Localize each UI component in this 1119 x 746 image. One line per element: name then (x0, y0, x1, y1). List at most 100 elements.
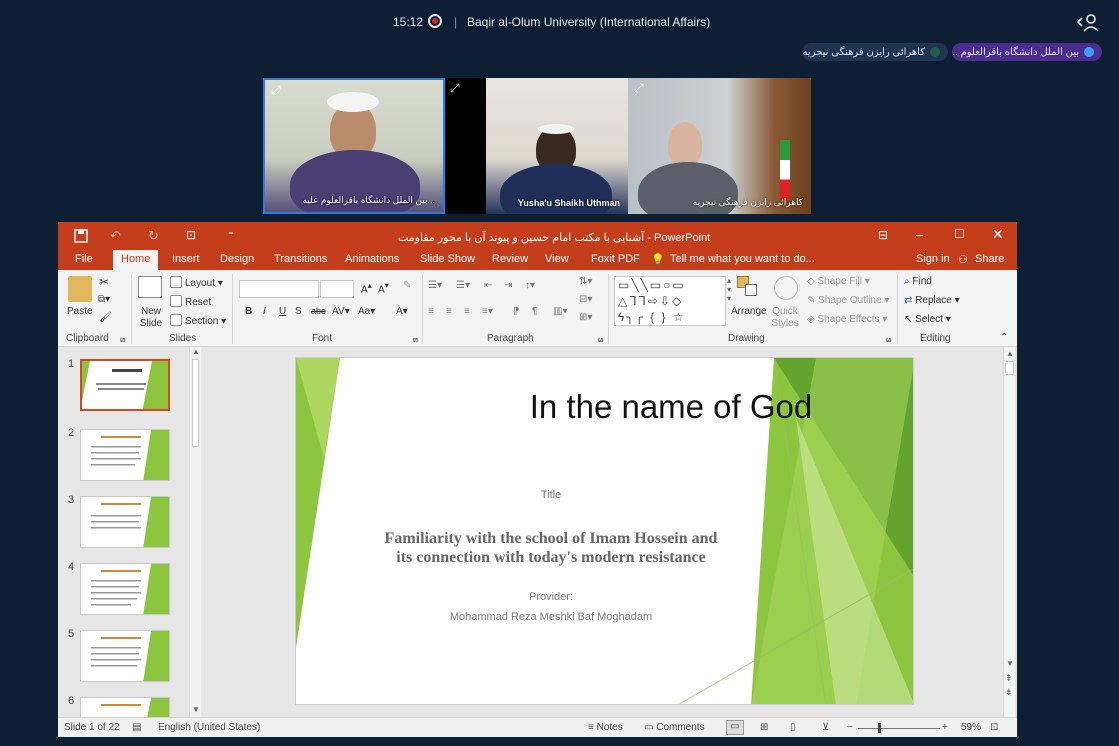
reset-button[interactable]: Reset (170, 295, 211, 308)
slide-provider-name[interactable]: Mohammad Reza Meshki Baf Moghadam (376, 611, 726, 623)
speaker-pill[interactable]: کاهرائی رایزن فرهنگی نیجریه (802, 43, 948, 61)
fit-slide-icon[interactable]: ⊡ (990, 722, 998, 733)
format-painter-icon[interactable]: 🖌 (99, 312, 112, 323)
tab-animations[interactable]: Animations (345, 253, 399, 265)
cut-icon[interactable]: ✂ (99, 275, 109, 289)
dialog-launcher-icon[interactable]: ⧄ (886, 335, 891, 345)
clear-formatting-icon[interactable]: ✎ (403, 280, 411, 291)
zoom-slider-thumb[interactable] (878, 723, 881, 733)
tab-transitions[interactable]: Transitions (274, 253, 327, 265)
quick-styles-icon[interactable] (774, 276, 798, 300)
maximize-button[interactable]: ☐ (954, 227, 965, 241)
slide-scrollbar[interactable]: ▲ ▼ ⇞ ⇟ (1003, 347, 1015, 717)
character-spacing-icon[interactable]: AV▾ (332, 306, 350, 317)
video-tile-1[interactable]: ⤢ بین الملل دانشگاه باقرالعلوم علیه... (263, 78, 445, 214)
arrange-button[interactable]: Arrange (731, 306, 767, 317)
tell-me-box[interactable]: Tell me what you want to do... (670, 253, 815, 265)
tab-design[interactable]: Design (220, 253, 254, 265)
video-tile-3[interactable]: ⤢ کاهرائی رایزن فرهنگی نیجریه (628, 78, 811, 214)
tab-foxit-pdf[interactable]: Foxit PDF (591, 253, 640, 265)
select-button[interactable]: ↖ Select ▾ (904, 314, 951, 325)
slide-thumbnail-3[interactable] (80, 496, 170, 548)
change-case-icon[interactable]: Aa▾ (358, 306, 375, 317)
active-speaker-pill[interactable]: بین الملل دانشگاه باقرالعلوم ... (952, 43, 1102, 61)
find-button[interactable]: ⌕ Find (904, 276, 932, 287)
arrange-icon[interactable] (737, 276, 759, 298)
slide-thumbnail-6[interactable] (80, 697, 170, 717)
zoom-level[interactable]: 59% (961, 722, 981, 733)
shape-fill-button[interactable]: ◇ Shape Fill ▾ (807, 276, 870, 287)
font-size-combo[interactable] (320, 280, 354, 298)
slide-provider-label[interactable]: Provider: (466, 591, 636, 603)
zoom-out-icon[interactable]: − (847, 722, 853, 733)
slide-title[interactable]: In the name of God (451, 388, 891, 426)
notes-button[interactable]: ≡ Notes (588, 722, 623, 733)
customize-toolbar-icon[interactable]: ⁼ (228, 228, 234, 241)
rtl-icon[interactable]: ⁋ (513, 306, 519, 317)
columns-icon[interactable]: ▥▾ (553, 306, 567, 317)
tab-insert[interactable]: Insert (172, 253, 200, 265)
save-icon[interactable] (74, 229, 88, 243)
bullets-icon[interactable]: ☰▾ (428, 280, 442, 291)
increase-font-icon[interactable]: A▴ (361, 280, 372, 295)
zoom-slider[interactable] (858, 728, 940, 729)
paste-button[interactable]: Paste (67, 306, 93, 317)
underline-icon[interactable]: U (279, 306, 286, 317)
decrease-font-icon[interactable]: A▾ (378, 280, 389, 295)
next-slide-icon[interactable]: ⇟ (1005, 687, 1013, 698)
share-button[interactable]: Share (975, 253, 1004, 265)
tab-home[interactable]: Home (113, 250, 159, 270)
thumbnail-scrollbar[interactable]: ▲ ▼ (189, 347, 201, 717)
align-right-icon[interactable]: ≡ (464, 306, 470, 317)
close-button[interactable]: ✕ (992, 226, 1004, 243)
presentation-start-icon[interactable]: ⊡ (186, 228, 196, 242)
dialog-launcher-icon[interactable]: ⧄ (413, 335, 418, 345)
zoom-in-icon[interactable]: + (942, 722, 948, 733)
expand-icon[interactable]: ⤢ (450, 82, 462, 94)
slide-sorter-icon[interactable]: ⊞ (760, 722, 768, 733)
align-text-icon[interactable]: ⊟▾ (579, 294, 592, 305)
tab-view[interactable]: View (545, 253, 569, 265)
slide-main-text[interactable]: Familiarity with the school of Imam Hoss… (316, 529, 786, 567)
sign-in-link[interactable]: Sign in (916, 253, 950, 265)
redo-icon[interactable]: ↻ (148, 228, 159, 244)
ribbon-display-icon[interactable]: ⊟ (878, 228, 888, 242)
tab-slide-show[interactable]: Slide Show (420, 253, 475, 265)
scroll-up-icon[interactable]: ▲ (192, 347, 200, 356)
decrease-indent-icon[interactable]: ⇤ (484, 280, 492, 291)
bold-icon[interactable]: B (245, 306, 252, 317)
align-center-icon[interactable]: ≡ (446, 306, 452, 317)
new-slide-icon[interactable] (138, 276, 162, 298)
slide-show-icon[interactable]: ⊻ (822, 722, 829, 733)
shapes-gallery[interactable]: ▭╲╲▭○▭ △ᒣᒣ⇨⇩◇ ϟ╮╭ { } ☆ (614, 276, 726, 326)
gallery-scroll-icon[interactable]: ▴ ▾ ▾ (727, 276, 731, 303)
scroll-thumb[interactable] (192, 359, 199, 447)
text-direction-icon[interactable]: ⇅▾ (579, 276, 592, 287)
scroll-up-icon[interactable]: ▲ (1006, 349, 1014, 358)
font-color-icon[interactable]: A▾ (396, 306, 408, 317)
section-button[interactable]: Section ▾ (170, 314, 226, 327)
undo-icon[interactable]: ↶ (110, 228, 121, 244)
line-spacing-icon[interactable]: ↕▾ (525, 280, 535, 291)
shape-outline-button[interactable]: ✎ Shape Outline ▾ (807, 295, 889, 306)
smartart-icon[interactable]: ⊞▾ (579, 312, 592, 323)
tab-review[interactable]: Review (492, 253, 528, 265)
shape-effects-button[interactable]: ◈ Shape Effects ▾ (807, 314, 887, 325)
comments-button[interactable]: ▭ Comments (644, 722, 705, 733)
slide-subtitle[interactable]: Title (466, 489, 636, 501)
spell-check-icon[interactable]: ▤ (132, 722, 141, 733)
font-name-combo[interactable] (239, 280, 319, 298)
dialog-launcher-icon[interactable]: ⧄ (598, 335, 603, 345)
tab-file[interactable]: File (75, 253, 93, 265)
minimize-button[interactable]: – (916, 227, 923, 242)
replace-button[interactable]: ⇄ Replace ▾ (904, 295, 960, 306)
slide-thumbnail-1[interactable] (80, 359, 170, 411)
scroll-thumb[interactable] (1005, 361, 1014, 375)
strikethrough-icon[interactable]: abc (311, 306, 326, 316)
italic-icon[interactable]: I (263, 306, 266, 317)
scroll-down-icon[interactable]: ▼ (1006, 659, 1014, 668)
quick-styles-button[interactable]: Quick Styles (770, 306, 800, 330)
new-slide-button[interactable]: New Slide (139, 306, 163, 330)
copy-icon[interactable]: ⧉▾ (98, 294, 110, 305)
scroll-down-icon[interactable]: ▼ (192, 705, 200, 714)
